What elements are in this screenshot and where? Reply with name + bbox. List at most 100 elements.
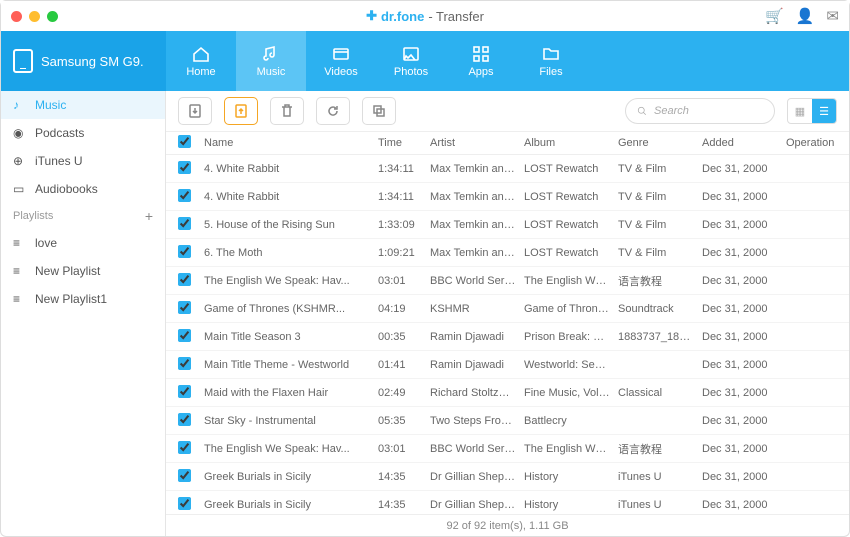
row-checkbox[interactable] [178,329,191,342]
add-playlist-icon[interactable]: + [145,208,153,224]
cell-album: LOST Rewatch [524,191,618,203]
col-genre[interactable]: Genre [618,137,702,149]
top-nav: Samsung SM G9. HomeMusic Videos Photos Apps… [1,31,849,91]
cell-name: The English We Speak: Hav... [204,275,378,287]
row-checkbox[interactable] [178,413,191,426]
cell-genre: TV & Film [618,247,702,259]
row-checkbox[interactable] [178,301,191,314]
row-checkbox[interactable] [178,385,191,398]
row-checkbox[interactable] [178,161,191,174]
cell-genre: iTunes U [618,471,702,483]
list-view-button[interactable]: ☰ [812,99,836,123]
refresh-button[interactable] [316,97,350,125]
cell-artist: Richard Stoltzman [430,387,524,399]
playlist-item[interactable]: ≡love [1,229,165,257]
table-row[interactable]: 5. House of the Rising Sun1:33:09Max Tem… [166,211,849,239]
user-icon[interactable]: 👤 [796,7,815,25]
row-checkbox[interactable] [178,441,191,454]
sidebar-item-label: Podcasts [35,126,84,140]
sidebar-item-music[interactable]: ♪Music [1,91,165,119]
sidebar-item-itunesu[interactable]: ⊕iTunes U [1,147,165,175]
cell-album: The English We Sp... [524,275,618,287]
cell-added: Dec 31, 2000 [702,275,786,287]
table-row[interactable]: Main Title Theme - Westworld01:41Ramin D… [166,351,849,379]
cell-artist: BBC World Service [430,275,524,287]
nav-video[interactable]: Videos [306,31,376,91]
cell-added: Dec 31, 2000 [702,499,786,511]
table-row[interactable]: Greek Burials in Sicily14:35Dr Gillian S… [166,463,849,491]
sidebar-item-audiobook[interactable]: ▭Audiobooks [1,175,165,203]
table-row[interactable]: Game of Thrones (KSHMR...04:19KSHMRGame … [166,295,849,323]
col-operation[interactable]: Operation [786,137,837,149]
itunesu-icon: ⊕ [13,154,27,168]
sidebar-item-label: Audiobooks [35,182,98,196]
grid-view-button[interactable]: ▦ [788,99,812,123]
playlist-item[interactable]: ≡New Playlist [1,257,165,285]
playlist-label: New Playlist1 [35,292,107,306]
cell-added: Dec 31, 2000 [702,191,786,203]
titlebar: ✚ dr.fone - Transfer 🛒 👤 ✉ [1,1,849,31]
photo-icon [401,44,421,62]
device-name: Samsung SM G9. [41,54,144,69]
select-all-checkbox[interactable] [178,135,191,148]
table-row[interactable]: The English We Speak: Hav...03:01BBC Wor… [166,435,849,463]
table-row[interactable]: Greek Burials in Sicily14:35Dr Gillian S… [166,491,849,514]
import-button[interactable] [178,97,212,125]
cell-artist: Max Temkin and P... [430,191,524,203]
cell-name: Greek Burials in Sicily [204,499,378,511]
cell-album: Fine Music, Vol. 1 [524,387,618,399]
maximize-window[interactable] [47,11,58,22]
cell-album: Westworld: Seaso... [524,359,618,371]
export-button[interactable] [224,97,258,125]
row-checkbox[interactable] [178,469,191,482]
delete-button[interactable] [270,97,304,125]
row-checkbox[interactable] [178,245,191,258]
cell-time: 00:35 [378,331,430,343]
col-name[interactable]: Name [204,137,378,149]
minimize-window[interactable] [29,11,40,22]
sidebar-item-podcast[interactable]: ◉Podcasts [1,119,165,147]
row-checkbox[interactable] [178,273,191,286]
dedupe-button[interactable] [362,97,396,125]
table-row[interactable]: Main Title Season 300:35Ramin DjawadiPri… [166,323,849,351]
table-row[interactable]: 6. The Moth1:09:21Max Temkin and P...LOS… [166,239,849,267]
device-selector[interactable]: Samsung SM G9. [1,31,166,91]
video-icon [331,44,351,62]
search-icon [636,105,648,117]
nav-label: Photos [394,66,428,78]
nav-label: Videos [324,66,357,78]
col-artist[interactable]: Artist [430,137,524,149]
feedback-icon[interactable]: ✉ [826,7,839,25]
cart-icon[interactable]: 🛒 [765,7,784,25]
status-text: 92 of 92 item(s), 1.11 GB [446,520,568,532]
col-album[interactable]: Album [524,137,618,149]
playlist-icon: ≡ [13,264,27,278]
nav-apps[interactable]: Apps [446,31,516,91]
table-row[interactable]: The English We Speak: Hav...03:01BBC Wor… [166,267,849,295]
home-icon [191,44,211,62]
row-checkbox[interactable] [178,497,191,510]
module-name: - Transfer [428,9,484,24]
nav-files[interactable]: Files [516,31,586,91]
row-checkbox[interactable] [178,357,191,370]
table-row[interactable]: Star Sky - Instrumental05:35Two Steps Fr… [166,407,849,435]
table-row[interactable]: 4. White Rabbit1:34:11Max Temkin and P..… [166,183,849,211]
cell-genre: Classical [618,387,702,399]
cell-artist: Max Temkin and P... [430,163,524,175]
nav-home[interactable]: Home [166,31,236,91]
playlist-item[interactable]: ≡New Playlist1 [1,285,165,313]
close-window[interactable] [11,11,22,22]
cell-name: Greek Burials in Sicily [204,471,378,483]
nav-music[interactable]: Music [236,31,306,91]
cell-added: Dec 31, 2000 [702,443,786,455]
row-checkbox[interactable] [178,217,191,230]
col-time[interactable]: Time [378,137,430,149]
row-checkbox[interactable] [178,189,191,202]
table-row[interactable]: 4. White Rabbit1:34:11Max Temkin and P..… [166,155,849,183]
nav-photo[interactable]: Photos [376,31,446,91]
cell-name: 4. White Rabbit [204,191,378,203]
table-row[interactable]: Maid with the Flaxen Hair02:49Richard St… [166,379,849,407]
col-added[interactable]: Added [702,137,786,149]
cell-artist: BBC World Service [430,443,524,455]
search-input[interactable]: Search [625,98,775,124]
